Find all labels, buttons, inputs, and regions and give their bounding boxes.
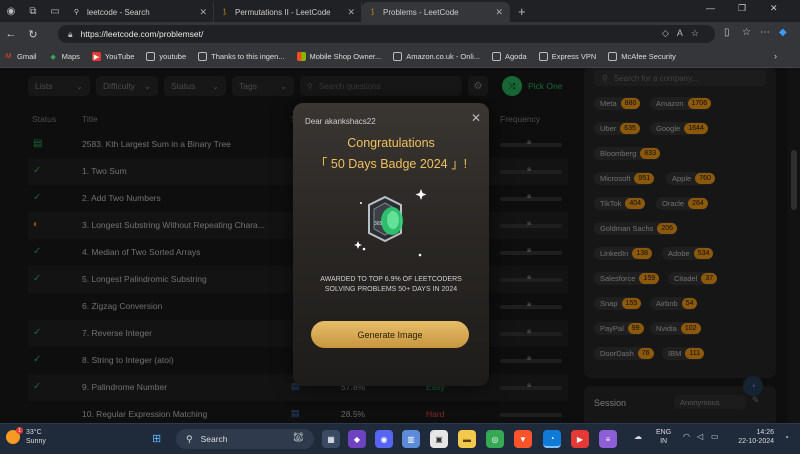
page-icon (393, 52, 403, 61)
award-description: AWARDED TO TOP 6.9% OF LEETCODERS SOLVIN… (320, 276, 462, 293)
edge-icon[interactable]: ◔ (543, 430, 561, 448)
tab-actions-icon[interactable]: ▭ (44, 0, 66, 22)
bookmark-amazon[interactable]: Amazon.co.uk - Onli... (393, 52, 480, 61)
maximize-icon[interactable]: ❐ (738, 3, 746, 14)
page-icon (538, 52, 548, 61)
tab-leetcode-search[interactable]: ⚲ leetcode - Search ✕ (66, 2, 214, 22)
more-icon[interactable]: ⋯ (760, 27, 770, 38)
page-icon (198, 52, 208, 61)
bookmark-youtube[interactable]: ▶ YouTube (91, 52, 134, 61)
bookmark-express-vpn[interactable]: Express VPN (538, 52, 596, 61)
windows-start-icon[interactable]: ⊞ (152, 432, 161, 445)
leetcode-icon: ⟆ (371, 9, 374, 16)
page-icon (146, 52, 156, 61)
favorites-icon[interactable]: ☆ (742, 27, 751, 38)
microsoft-icon (296, 52, 306, 61)
new-tab-icon[interactable]: + (518, 4, 526, 19)
browser-tab-strip: ◉ ⧉ ▭ ⚲ leetcode - Search ✕ ⟆ Permutatio… (0, 0, 800, 22)
bookmark-mobile-shop[interactable]: Mobile Shop Owner... (296, 52, 381, 61)
folder-icon[interactable]: ▬ (458, 430, 476, 448)
gmail-icon: M (5, 53, 12, 60)
badge-image: 365 (354, 189, 427, 257)
teams-icon[interactable]: ◉ (375, 430, 393, 448)
language-indicator[interactable]: ENG IN (656, 428, 671, 446)
badge-modal: Dear akankshacs22 ✕ Congratulations 「 50… (293, 103, 489, 386)
weather-widget[interactable]: 1 33°C Sunny (6, 427, 46, 446)
search-icon: ⚲ (186, 433, 193, 444)
close-icon[interactable]: ✕ (347, 7, 355, 18)
address-actions: ◇A☆ (662, 28, 707, 39)
chevron-right-icon[interactable]: › (774, 51, 777, 61)
bookmark-thanks[interactable]: Thanks to this ingen... (198, 52, 285, 61)
back-icon[interactable]: ← (0, 28, 22, 40)
close-icon[interactable]: ✕ (495, 7, 503, 18)
sun-icon: 1 (6, 427, 23, 444)
maps-icon: ◆ (50, 53, 56, 61)
workspaces-icon[interactable]: ⧉ (22, 0, 44, 22)
generate-image-button[interactable]: Generate Image (311, 321, 469, 348)
search-icon: ⚲ (73, 9, 80, 16)
close-window-icon[interactable]: ✕ (770, 3, 778, 14)
lock-icon: 🔒︎ (68, 28, 73, 39)
copilot-icon[interactable]: ◆ (779, 27, 787, 38)
notification-bell-icon[interactable]: ◔ (784, 433, 789, 442)
tab-permutations[interactable]: ⟆ Permutations II - LeetCode ✕ (214, 2, 362, 22)
tab-problems[interactable]: ⟆ Problems - LeetCode ✕ (362, 2, 510, 22)
bookmark-youtube-page[interactable]: youtube (146, 52, 186, 61)
widgets-icon[interactable]: ▦ (322, 430, 340, 448)
refresh-icon[interactable]: ↻ (22, 28, 44, 41)
chrome-icon[interactable]: ◎ (486, 430, 504, 448)
cloud-icon[interactable]: ☁ (634, 432, 642, 441)
youtube-taskbar-icon[interactable]: ▶ (571, 430, 589, 448)
copilot-taskbar-icon[interactable]: ◆ (348, 430, 366, 448)
bookmark-maps[interactable]: ◆ Maps (49, 52, 80, 61)
battery-icon[interactable]: ▭ (711, 432, 719, 441)
page-icon (492, 52, 501, 61)
taskbar-search[interactable]: ⚲ Search 🐹︎ (176, 429, 314, 449)
brave-icon[interactable]: ▼ (514, 430, 532, 448)
bookmark-agoda[interactable]: Agoda (492, 52, 527, 61)
read-aloud-icon[interactable]: A (677, 28, 691, 38)
page-icon (608, 52, 618, 61)
volume-icon[interactable]: ◁ (697, 432, 703, 441)
close-icon[interactable]: ✕ (199, 7, 207, 18)
url-field[interactable]: 🔒︎ https://leetcode.com/problemset/ ◇A☆ (58, 25, 715, 43)
tracking-icon[interactable]: ◇ (662, 28, 677, 38)
leetcode-icon: ⟆ (223, 9, 226, 16)
badge-label: 365 (374, 221, 383, 227)
minimize-icon[interactable]: — (706, 3, 715, 13)
bookmarks-bar: M Gmail ◆ Maps ▶ YouTube youtube Thanks to … (0, 46, 800, 68)
address-bar: ← ↻ 🔒︎ https://leetcode.com/problemset/ … (0, 22, 800, 46)
store-icon[interactable]: ▣ (430, 430, 448, 448)
mobile-link-icon[interactable]: ▥ (402, 430, 420, 448)
clock[interactable]: 14:26 22-10-2024 (734, 428, 774, 446)
capybara-icon: 🐹︎ (292, 432, 304, 442)
favorite-icon[interactable]: ☆ (691, 28, 707, 38)
close-icon[interactable]: ✕ (471, 111, 481, 125)
bookmark-gmail[interactable]: M Gmail (4, 52, 37, 61)
bookmark-mcafee[interactable]: McAfee Security (608, 52, 676, 61)
windows-taskbar: 1 33°C Sunny ⊞ ⚲ Search 🐹︎ ▦ ◆ ◉ ▥ ▣ ▬ ◎… (0, 423, 800, 454)
youtube-icon: ▶ (91, 52, 101, 61)
profile-icon[interactable]: ◉ (0, 0, 22, 22)
app-icon[interactable]: ≡ (599, 430, 617, 448)
split-screen-icon[interactable]: ▯ (724, 27, 730, 38)
wifi-icon[interactable]: ◠ (683, 432, 690, 441)
